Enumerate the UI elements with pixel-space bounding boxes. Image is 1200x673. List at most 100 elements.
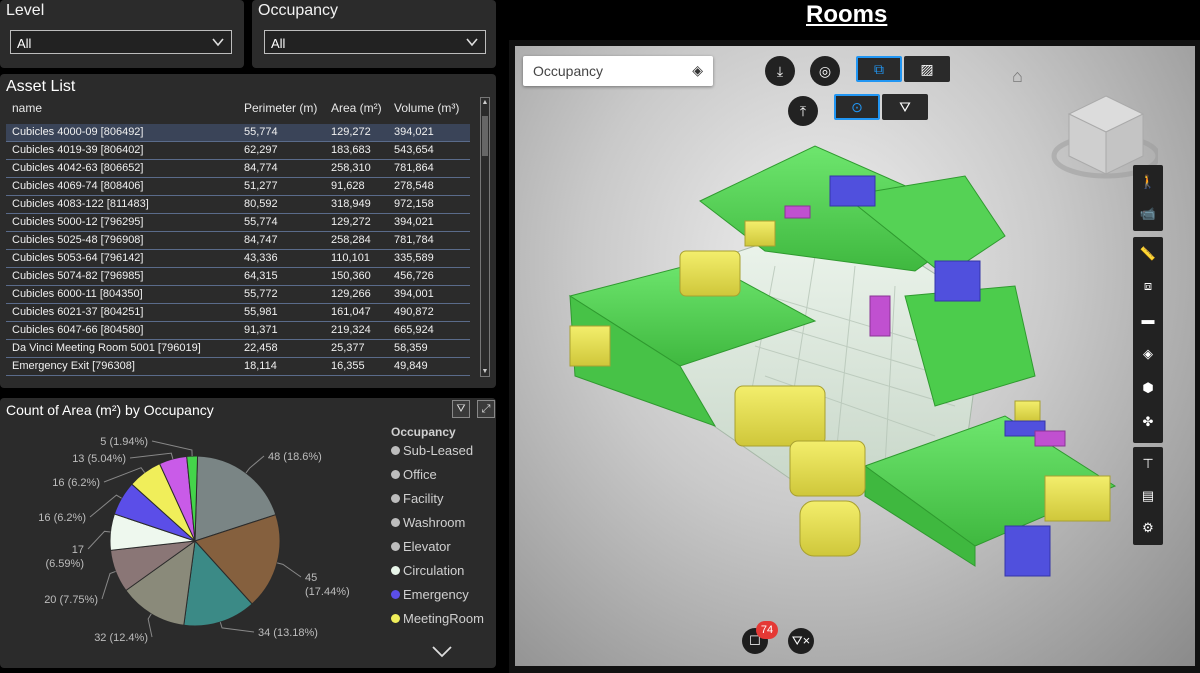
emergency-room[interactable] [934, 260, 981, 302]
layer-select[interactable]: Occupancy ◈ [523, 56, 713, 86]
cell-name: Cubicles 6021-37 [804251] [12, 306, 144, 318]
table-row[interactable]: Cubicles 6047-66 [804580] 91,371 219,324 66… [6, 322, 470, 340]
washroom[interactable] [784, 205, 811, 219]
leader-line [129, 452, 174, 460]
filter-button[interactable]: ⛛ [882, 94, 928, 120]
data-label: 13 (5.04%) [72, 453, 126, 465]
washroom[interactable] [1034, 430, 1066, 447]
layers-stack-icon[interactable]: ◈ [1133, 339, 1163, 369]
meeting-room[interactable] [1014, 400, 1041, 422]
data-label: 16 (6.2%) [38, 512, 86, 524]
focus-mode-icon[interactable]: ⤢ [477, 400, 495, 418]
cell-volume: 394,021 [394, 216, 434, 228]
table-row[interactable]: Cubicles 6000-11 [804350] 55,772 129,266 39… [6, 286, 470, 304]
table-row[interactable]: Cubicles 6021-37 [804251] 55,981 161,047 49… [6, 304, 470, 322]
washroom[interactable] [869, 295, 891, 337]
level-dropdown[interactable]: All [10, 30, 232, 54]
scroll-up-icon[interactable]: ▲ [481, 99, 489, 106]
cell-name: Cubicles 4042-63 [806652] [12, 162, 144, 174]
cell-name: Cubicles 5053-64 [796142] [12, 252, 144, 264]
folder-icon[interactable]: ▬ [1133, 305, 1163, 335]
cell-perimeter: 18,114 [244, 360, 277, 372]
camera-icon[interactable]: 📹 [1133, 199, 1163, 229]
select-mode-button[interactable]: ⧉ [856, 56, 902, 82]
data-label: 17 (6.59%) [45, 544, 84, 570]
scrollbar-thumb[interactable] [482, 116, 488, 156]
column-header-volume[interactable]: Volume (m³) [394, 101, 459, 115]
asset-list-scrollbar[interactable]: ▲ ▼ [480, 97, 490, 377]
legend-item[interactable]: Facility [391, 491, 443, 506]
cell-perimeter: 84,747 [244, 234, 278, 246]
layer-select-value: Occupancy [533, 63, 604, 79]
level-dropdown-value: All [17, 36, 32, 51]
cell-name: Cubicles 6047-66 [804580] [12, 324, 144, 336]
table-row[interactable]: Cubicles 4042-63 [806652] 84,774 258,310 78… [6, 160, 470, 178]
meeting-room[interactable] [1044, 475, 1111, 522]
cell-volume: 665,924 [394, 324, 434, 336]
column-header-area[interactable]: Area (m²) [331, 101, 382, 115]
meeting-room[interactable] [744, 220, 776, 247]
table-row[interactable]: Cubicles 4000-09 [806492] 55,774 129,272 39… [6, 124, 470, 142]
legend-label: Office [403, 467, 437, 482]
scroll-down-icon[interactable]: ▼ [481, 368, 489, 375]
meeting-room[interactable] [679, 250, 741, 297]
legend-more-icon[interactable] [432, 645, 452, 661]
legend-item[interactable]: Circulation [391, 563, 464, 578]
explode-icon[interactable]: ⧈ [1133, 271, 1163, 301]
legend-item[interactable]: Emergency [391, 587, 469, 602]
section-mode-button[interactable]: ▨ [904, 56, 950, 82]
level-up-button[interactable]: ⤒ [788, 96, 818, 126]
leader-line [101, 570, 116, 600]
leader-line [87, 530, 111, 550]
table-row[interactable]: Cubicles 4069-74 [808406] 51,277 91,628 278… [6, 178, 470, 196]
chevron-down-icon [211, 35, 225, 52]
occupancy-dropdown-value: All [271, 36, 286, 51]
table-row[interactable]: Cubicles 4019-39 [806402] 62,297 183,683 54… [6, 142, 470, 160]
table-row[interactable]: Da Vinci Meeting Room 5001 [796019] 22,45… [6, 340, 470, 358]
table-row[interactable]: Cubicles 5000-12 [796295] 55,774 129,272 39… [6, 214, 470, 232]
column-header-perimeter[interactable]: Perimeter (m) [244, 101, 317, 115]
filter-icon[interactable]: ⛛ [452, 400, 470, 418]
legend-item[interactable]: Office [391, 467, 437, 482]
meeting-room[interactable] [734, 385, 826, 447]
data-label: 20 (7.75%) [44, 594, 98, 606]
table-row[interactable]: Cubicles 4083-122 [811483] 80,592 318,949 9… [6, 196, 470, 214]
recenter-button[interactable]: ◎ [810, 56, 840, 86]
table-row[interactable]: Cubicles 5074-82 [796985] 64,315 150,360 45… [6, 268, 470, 286]
settings-gear-icon[interactable]: ⚙ [1133, 513, 1163, 543]
legend-item[interactable]: MeetingRoom [391, 611, 484, 626]
cell-volume: 335,589 [394, 252, 434, 264]
clear-filter-icon[interactable]: ⛛× [788, 628, 814, 654]
level-down-button[interactable]: ⤓ [765, 56, 795, 86]
cell-perimeter: 55,774 [244, 126, 278, 138]
side-toolbar-tools: 📏 ⧈ ▬ ◈ ⬢ ✤ [1133, 237, 1163, 443]
cell-area: 110,101 [331, 252, 370, 264]
legend-item[interactable]: Sub-Leased [391, 443, 473, 458]
cluster-icon[interactable]: ✤ [1133, 407, 1163, 437]
legend-item[interactable]: Elevator [391, 539, 451, 554]
column-header-name[interactable]: name [12, 101, 42, 115]
rooms-3d-viewer: Occupancy ◈ ⤓ ◎ ⧉ ▨ ⤒ ⊙ ⛛ ⌂ [509, 40, 1200, 673]
occupancy-dropdown[interactable]: All [264, 30, 486, 54]
emergency-room[interactable] [829, 175, 876, 207]
home-icon[interactable]: ⌂ [1012, 66, 1023, 87]
cell-volume: 490,872 [394, 306, 434, 318]
asset-list-panel: Asset List name Perimeter (m) Area (m²) … [0, 74, 496, 388]
table-row[interactable]: Emergency Exit [796308] 18,114 16,355 49,84… [6, 358, 470, 376]
person-walk-icon[interactable]: 🚶 [1133, 167, 1163, 197]
table-row[interactable]: Cubicles 5025-48 [796908] 84,747 258,284 78… [6, 232, 470, 250]
legend-item[interactable]: Washroom [391, 515, 465, 530]
data-label: 34 (13.18%) [258, 627, 318, 639]
meeting-room[interactable] [799, 500, 861, 557]
meeting-room[interactable] [789, 440, 866, 497]
isolate-button[interactable]: ⊙ [834, 94, 880, 120]
meeting-room[interactable] [569, 325, 611, 367]
cell-volume: 781,864 [394, 162, 434, 174]
cube-icon[interactable]: ⬢ [1133, 373, 1163, 403]
3d-viewport[interactable]: Occupancy ◈ ⤓ ◎ ⧉ ▨ ⤒ ⊙ ⛛ ⌂ [515, 46, 1195, 666]
properties-icon[interactable]: ▤ [1133, 481, 1163, 511]
hierarchy-icon[interactable]: ⊤ [1133, 449, 1163, 479]
emergency-room[interactable] [1004, 525, 1051, 577]
measure-icon[interactable]: 📏 [1133, 239, 1163, 269]
table-row[interactable]: Cubicles 5053-64 [796142] 43,336 110,101 33… [6, 250, 470, 268]
